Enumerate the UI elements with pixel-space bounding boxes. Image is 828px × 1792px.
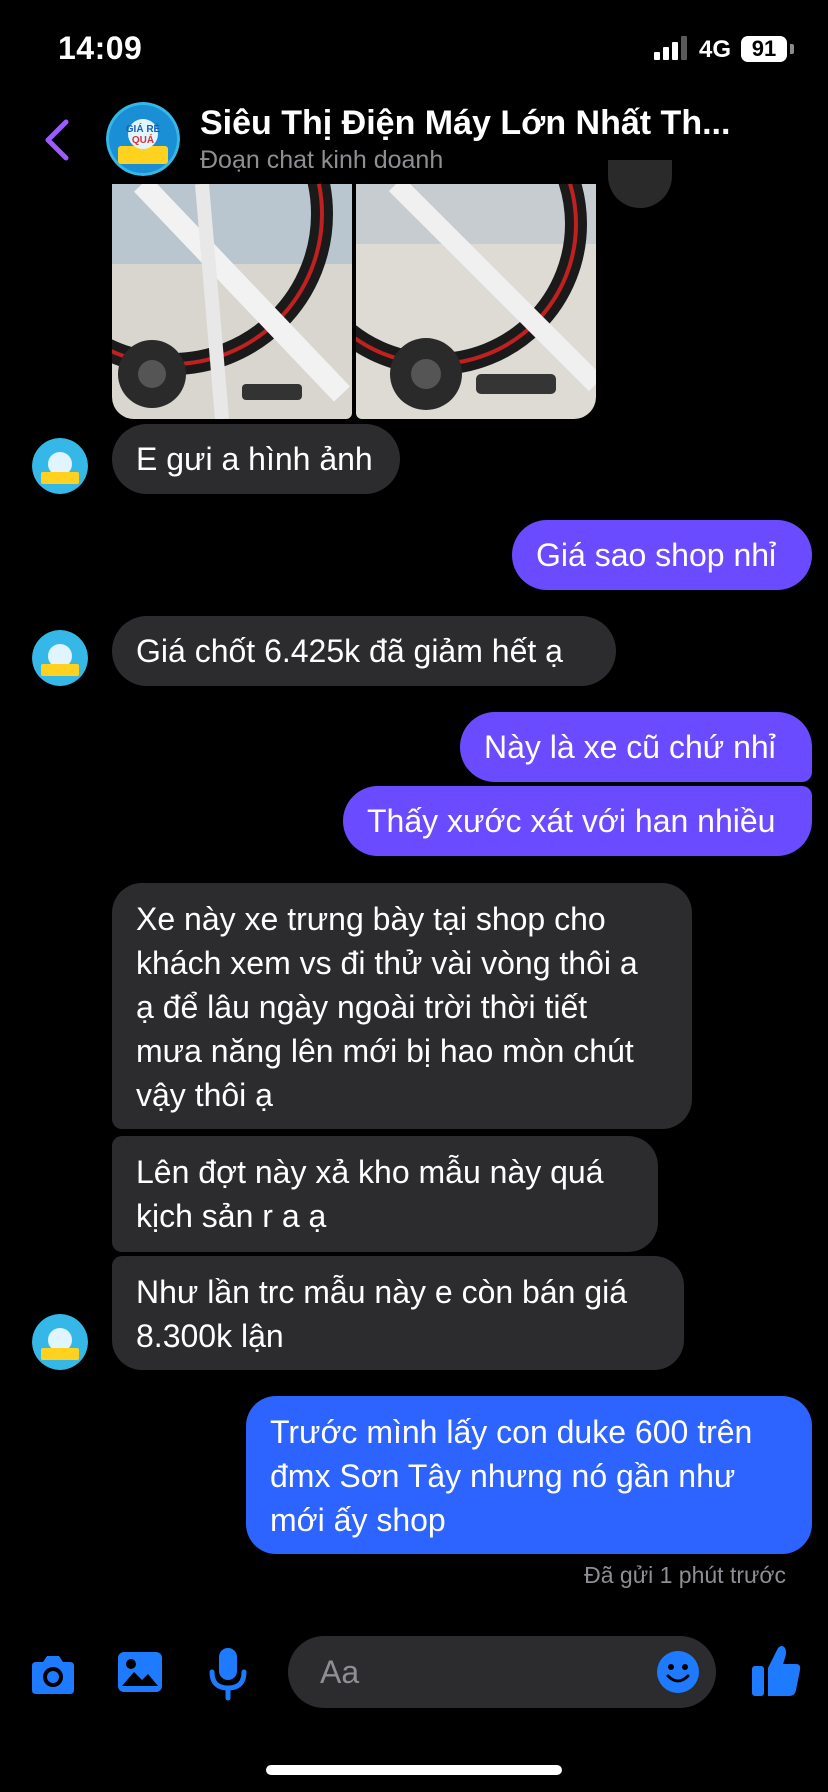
message-bubble[interactable]: Thấy xước xát với han nhiều xyxy=(343,786,812,856)
battery-icon: 91 xyxy=(741,36,787,62)
battery-nub xyxy=(790,44,794,54)
message-bubble[interactable]: Này là xe cũ chứ nhỉ xyxy=(460,712,812,782)
signal-icon xyxy=(654,36,687,60)
composer-bar: Aa xyxy=(0,1620,828,1730)
chat-subtitle: Đoạn chat kinh doanh xyxy=(200,146,444,174)
camera-icon[interactable] xyxy=(28,1650,78,1700)
shop-avatar-small xyxy=(32,630,88,686)
shop-avatar-small xyxy=(32,1314,88,1370)
message-bubble[interactable]: Như lần trc mẫu này e còn bán giá 8.300k… xyxy=(112,1256,684,1370)
message-input[interactable]: Aa xyxy=(288,1636,716,1708)
message-bubble[interactable]: Lên đợt này xả kho mẫu này quá kịch sản … xyxy=(112,1136,658,1252)
message-bubble[interactable]: Giá sao shop nhỉ xyxy=(512,520,812,590)
message-bubble[interactable]: Xe này xe trưng bày tại shop cho khách x… xyxy=(112,883,692,1129)
bicycle-photo-2[interactable] xyxy=(356,184,596,419)
message-bubble[interactable]: Giá chốt 6.425k đã giảm hết ạ xyxy=(112,616,616,686)
shop-avatar-small xyxy=(32,438,88,494)
like-thumbs-up-icon[interactable] xyxy=(750,1642,802,1698)
back-icon[interactable] xyxy=(40,118,74,162)
chat-header: GIÁ RẺ QUÁ Siêu Thị Điện Máy Lớn Nhất Th… xyxy=(0,90,828,186)
network-type: 4G xyxy=(699,36,732,63)
avatar-badge-bottom: QUÁ xyxy=(132,133,154,146)
status-bar: 14:09 4G 91 xyxy=(0,0,828,100)
chat-title[interactable]: Siêu Thị Điện Máy Lớn Nhất Th... xyxy=(200,104,730,143)
avatar-badge-top: GIÁ RẺ xyxy=(126,122,161,135)
delivery-receipt: Đã gửi 1 phút trước xyxy=(584,1562,786,1588)
emoji-icon[interactable] xyxy=(656,1650,700,1694)
message-bubble[interactable]: E gưi a hình ảnh xyxy=(112,424,400,494)
shop-avatar[interactable]: GIÁ RẺ QUÁ xyxy=(106,102,180,176)
share-button[interactable] xyxy=(608,160,672,208)
gallery-icon[interactable] xyxy=(116,1648,164,1696)
microphone-icon[interactable] xyxy=(208,1646,248,1702)
bicycle-photo-1[interactable] xyxy=(112,184,352,419)
message-bubble[interactable]: Trước mình lấy con duke 600 trên đmx Sơn… xyxy=(246,1396,812,1554)
message-input-placeholder: Aa xyxy=(320,1654,360,1690)
status-time: 14:09 xyxy=(58,30,143,66)
home-indicator[interactable] xyxy=(266,1765,562,1775)
